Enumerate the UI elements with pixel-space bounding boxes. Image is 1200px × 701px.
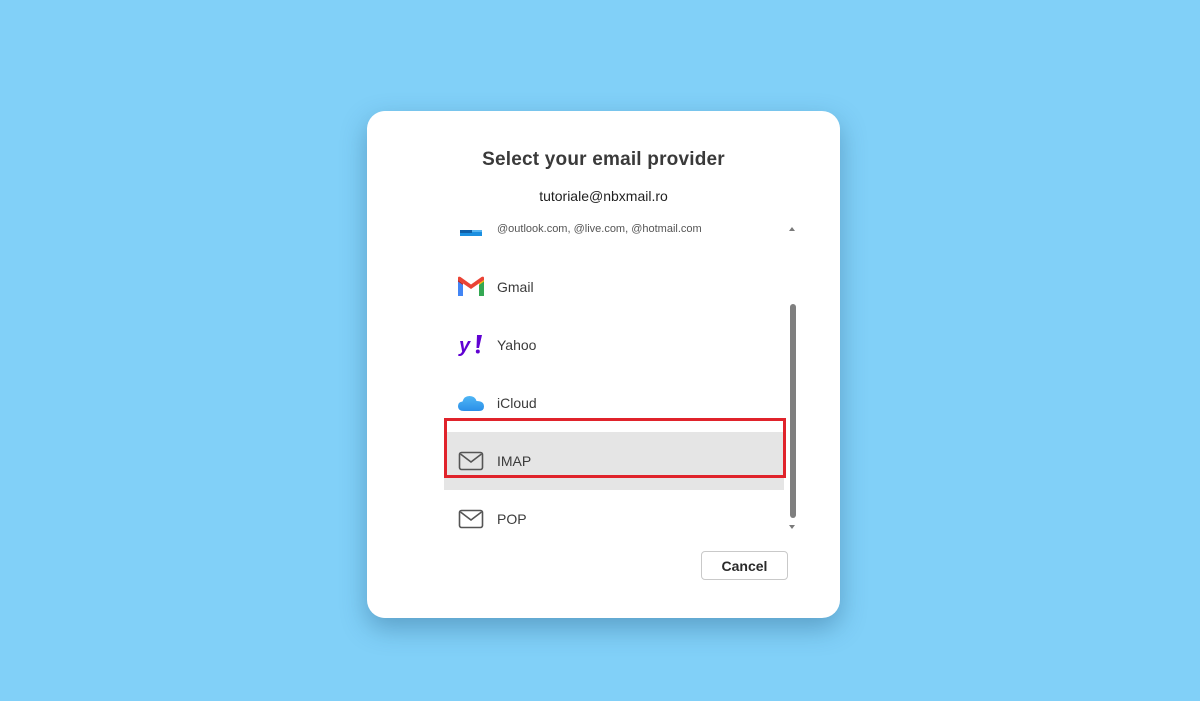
yahoo-icon: y	[457, 331, 485, 359]
dialog-title: Select your email provider	[482, 149, 725, 170]
scrollbar[interactable]	[786, 222, 800, 534]
scroll-up-arrow-icon[interactable]	[789, 227, 795, 231]
cancel-button[interactable]: Cancel	[701, 551, 788, 580]
scrollbar-thumb[interactable]	[790, 304, 796, 518]
provider-dialog: Select your email provider tutoriale@nbx…	[367, 111, 840, 618]
icloud-icon	[457, 389, 485, 417]
envelope-icon	[457, 447, 485, 475]
provider-item-gmail[interactable]: Gmail	[444, 258, 784, 316]
provider-label: iCloud	[497, 395, 537, 411]
provider-label: Yahoo	[497, 337, 537, 353]
outlook-icon	[457, 215, 485, 243]
scroll-down-arrow-icon[interactable]	[789, 525, 795, 529]
envelope-icon	[457, 505, 485, 533]
provider-item-icloud[interactable]: iCloud	[444, 374, 784, 432]
account-email: tutoriale@nbxmail.ro	[539, 188, 668, 204]
provider-item-yahoo[interactable]: y Yahoo	[444, 316, 784, 374]
provider-label: POP	[497, 511, 527, 527]
provider-label: @outlook.com, @live.com, @hotmail.com	[497, 223, 702, 235]
gmail-icon	[457, 273, 485, 301]
provider-item-outlook[interactable]: @outlook.com, @live.com, @hotmail.com	[444, 214, 784, 258]
provider-item-imap[interactable]: IMAP	[444, 432, 784, 490]
provider-list: @outlook.com, @live.com, @hotmail.com Gm…	[444, 214, 799, 537]
provider-label: Gmail	[497, 279, 534, 295]
provider-item-pop[interactable]: POP	[444, 490, 784, 537]
svg-text:y: y	[458, 335, 471, 357]
provider-label: IMAP	[497, 453, 532, 469]
